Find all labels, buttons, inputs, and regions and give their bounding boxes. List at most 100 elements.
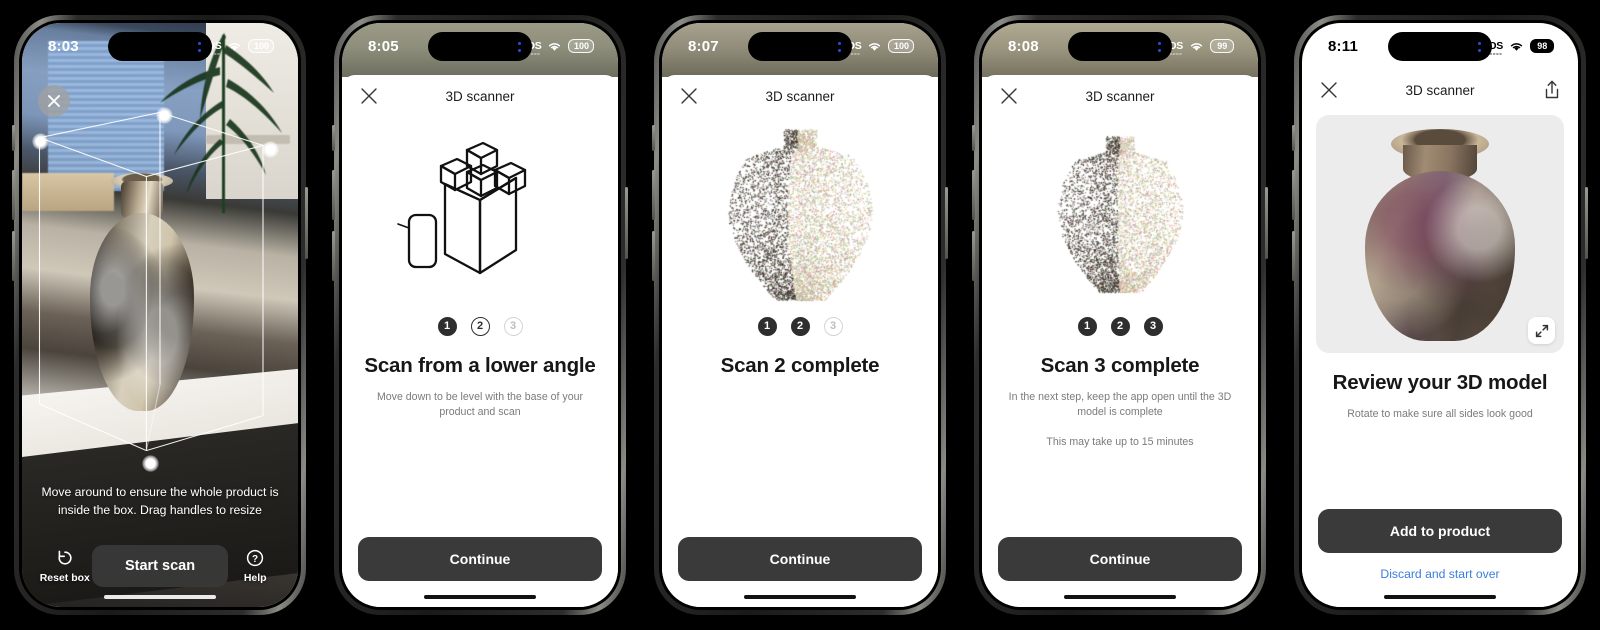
close-button[interactable] (38, 85, 70, 117)
phone-scan-3-complete: 8:08 SOS 99 3D scanner 1 2 3 Scan 3 comp… (974, 15, 1266, 615)
continue-button[interactable]: Continue (998, 537, 1242, 581)
step-dot-1: 1 (438, 317, 457, 336)
page-subtitle: In the next step, keep the app open unti… (982, 390, 1258, 421)
point-cloud-preview (662, 117, 938, 313)
close-button[interactable] (358, 85, 380, 107)
status-time: 8:05 (368, 38, 399, 55)
nav-bar: 3D scanner (982, 75, 1258, 117)
dynamic-island (1388, 32, 1492, 61)
power-button[interactable] (625, 187, 628, 259)
power-button[interactable] (1265, 187, 1268, 259)
dynamic-island (748, 32, 852, 61)
scanner-sheet: 3D scanner 1 2 3 Scan 3 complete In the … (982, 75, 1258, 607)
status-indicators: SOS 98 (1482, 39, 1554, 53)
page-title: Scan 2 complete (662, 354, 938, 378)
status-time: 8:03 (48, 38, 79, 55)
phone-ar-capture: 8:03 SOS 100 (14, 15, 306, 615)
page-title: Scan 3 complete (982, 354, 1258, 378)
page-subtitle: Move down to be level with the base of y… (342, 390, 618, 421)
help-button[interactable]: ? Help (228, 548, 282, 584)
step-indicator: 1 2 3 (662, 317, 938, 336)
screen-ar-capture: 8:03 SOS 100 (22, 23, 298, 607)
battery-indicator: 98 (1530, 39, 1554, 53)
continue-button[interactable]: Continue (358, 537, 602, 581)
start-scan-button[interactable]: Start scan (92, 545, 229, 587)
battery-indicator: 99 (1210, 39, 1234, 53)
step-dot-3: 3 (824, 317, 843, 336)
home-indicator[interactable] (1384, 595, 1496, 600)
home-indicator[interactable] (744, 595, 856, 600)
reset-box-button[interactable]: Reset box (38, 548, 92, 584)
island-dots-icon (1478, 42, 1481, 52)
status-time: 8:08 (1008, 38, 1039, 55)
silent-switch[interactable] (1292, 125, 1295, 151)
nav-bar: 3D scanner (1302, 69, 1578, 111)
silent-switch[interactable] (972, 125, 975, 151)
reset-icon (55, 548, 75, 568)
phone-bezel: 8:11 SOS 98 3D scanner Review your 3D mo… (1299, 20, 1581, 610)
volume-down-button[interactable] (972, 231, 975, 281)
home-indicator[interactable] (104, 595, 216, 600)
power-button[interactable] (305, 187, 308, 259)
model-preview-card[interactable] (1316, 115, 1564, 353)
phone-bezel: 8:03 SOS 100 (19, 20, 301, 610)
close-icon (358, 85, 380, 107)
nav-bar: 3D scanner (662, 75, 938, 117)
reset-box-label: Reset box (40, 572, 90, 584)
power-button[interactable] (945, 187, 948, 259)
screenshot-stage: 8:03 SOS 100 (0, 0, 1600, 630)
volume-down-button[interactable] (332, 231, 335, 281)
volume-up-button[interactable] (652, 170, 655, 220)
phone-scan-2-complete: 8:07 SOS 100 (654, 15, 946, 615)
page-title: Review your 3D model (1302, 371, 1578, 395)
screen-review-model: 8:11 SOS 98 3D scanner Review your 3D mo… (1302, 23, 1578, 607)
volume-down-button[interactable] (652, 231, 655, 281)
volume-up-button[interactable] (1292, 170, 1295, 220)
point-cloud-canvas (1055, 130, 1185, 300)
home-indicator[interactable] (424, 595, 536, 600)
wifi-icon (547, 41, 562, 52)
volume-up-button[interactable] (12, 170, 15, 220)
volume-up-button[interactable] (972, 170, 975, 220)
island-dots-icon (198, 42, 201, 52)
discard-and-start-over-link[interactable]: Discard and start over (1318, 567, 1562, 581)
page-title: Scan from a lower angle (342, 354, 618, 378)
silent-switch[interactable] (652, 125, 655, 151)
share-button[interactable] (1542, 79, 1562, 101)
dynamic-island (428, 32, 532, 61)
battery-indicator: 100 (248, 39, 274, 53)
volume-up-button[interactable] (332, 170, 335, 220)
close-button[interactable] (998, 85, 1020, 107)
volume-down-button[interactable] (1292, 231, 1295, 281)
step-indicator: 1 2 3 (982, 317, 1258, 336)
nav-title: 3D scanner (982, 89, 1258, 104)
silent-switch[interactable] (12, 125, 15, 151)
continue-button[interactable]: Continue (678, 537, 922, 581)
help-label: Help (244, 572, 267, 584)
power-button[interactable] (1585, 187, 1588, 259)
box-and-phone-icon (385, 128, 575, 303)
phone-bezel: 8:08 SOS 99 3D scanner 1 2 3 Scan 3 comp… (979, 20, 1261, 610)
silent-switch[interactable] (332, 125, 335, 151)
step-dot-1: 1 (1078, 317, 1097, 336)
close-icon (678, 85, 700, 107)
wifi-icon (1509, 41, 1524, 52)
volume-down-button[interactable] (12, 231, 15, 281)
close-button[interactable] (1318, 79, 1340, 101)
step-dot-3: 3 (1144, 317, 1163, 336)
close-button[interactable] (678, 85, 700, 107)
svg-text:?: ? (252, 554, 258, 565)
model-3d-vase (1351, 129, 1529, 341)
status-indicators: SOS 99 (1162, 39, 1234, 53)
battery-indicator: 100 (568, 39, 594, 53)
home-indicator[interactable] (1064, 595, 1176, 600)
wifi-icon (227, 41, 242, 52)
status-time: 8:11 (1328, 38, 1358, 55)
step-dot-2: 2 (1111, 317, 1130, 336)
nav-title: 3D scanner (342, 89, 618, 104)
island-dots-icon (1158, 42, 1161, 52)
phone-review-model: 8:11 SOS 98 3D scanner Review your 3D mo… (1294, 15, 1586, 615)
add-to-product-button[interactable]: Add to product (1318, 509, 1562, 553)
ar-instruction-text: Move around to ensure the whole product … (36, 484, 284, 519)
expand-button[interactable] (1528, 317, 1555, 344)
